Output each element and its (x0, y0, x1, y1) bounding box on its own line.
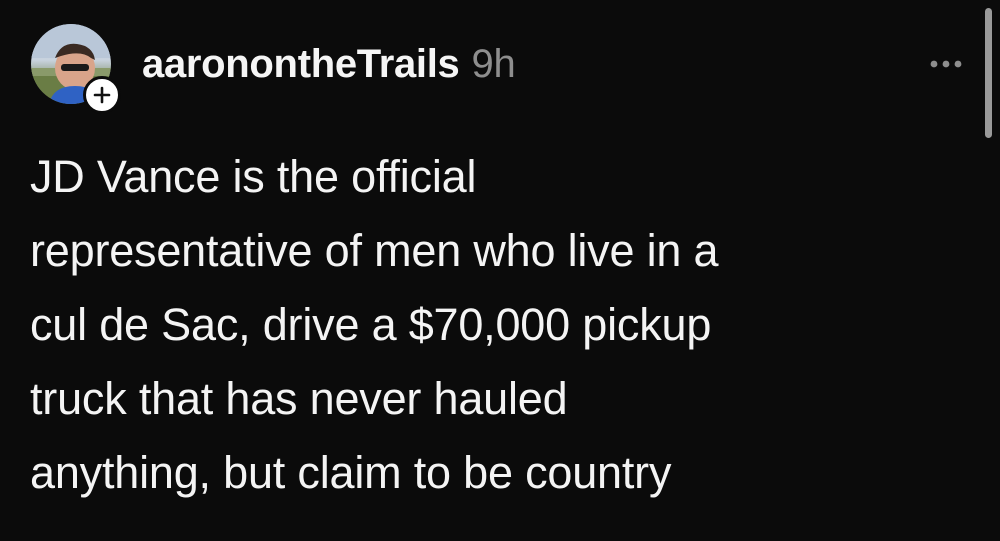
plus-icon (93, 86, 111, 104)
author-avatar-group[interactable] (31, 24, 121, 114)
post-text: JD Vance is the official representative … (30, 140, 970, 510)
post-text-line: anything, but claim to be country (30, 447, 672, 498)
follow-button[interactable] (83, 76, 121, 114)
scrollbar[interactable] (985, 8, 992, 138)
thread-post: aaronontheTrails 9h JD Vance is the offi… (0, 0, 1000, 541)
author-username[interactable]: aaronontheTrails (142, 42, 460, 87)
more-options-button[interactable] (926, 52, 966, 76)
post-text-line: JD Vance is the official (30, 151, 477, 202)
post-text-line: representative of men who live in a (30, 225, 719, 276)
post-text-line: cul de Sac, drive a $70,000 pickup (30, 299, 712, 350)
post-timestamp: 9h (471, 41, 516, 86)
post-text-line: truck that has never hauled (30, 373, 568, 424)
more-horizontal-icon (930, 60, 962, 68)
post-header: aaronontheTrails 9h (142, 38, 516, 90)
